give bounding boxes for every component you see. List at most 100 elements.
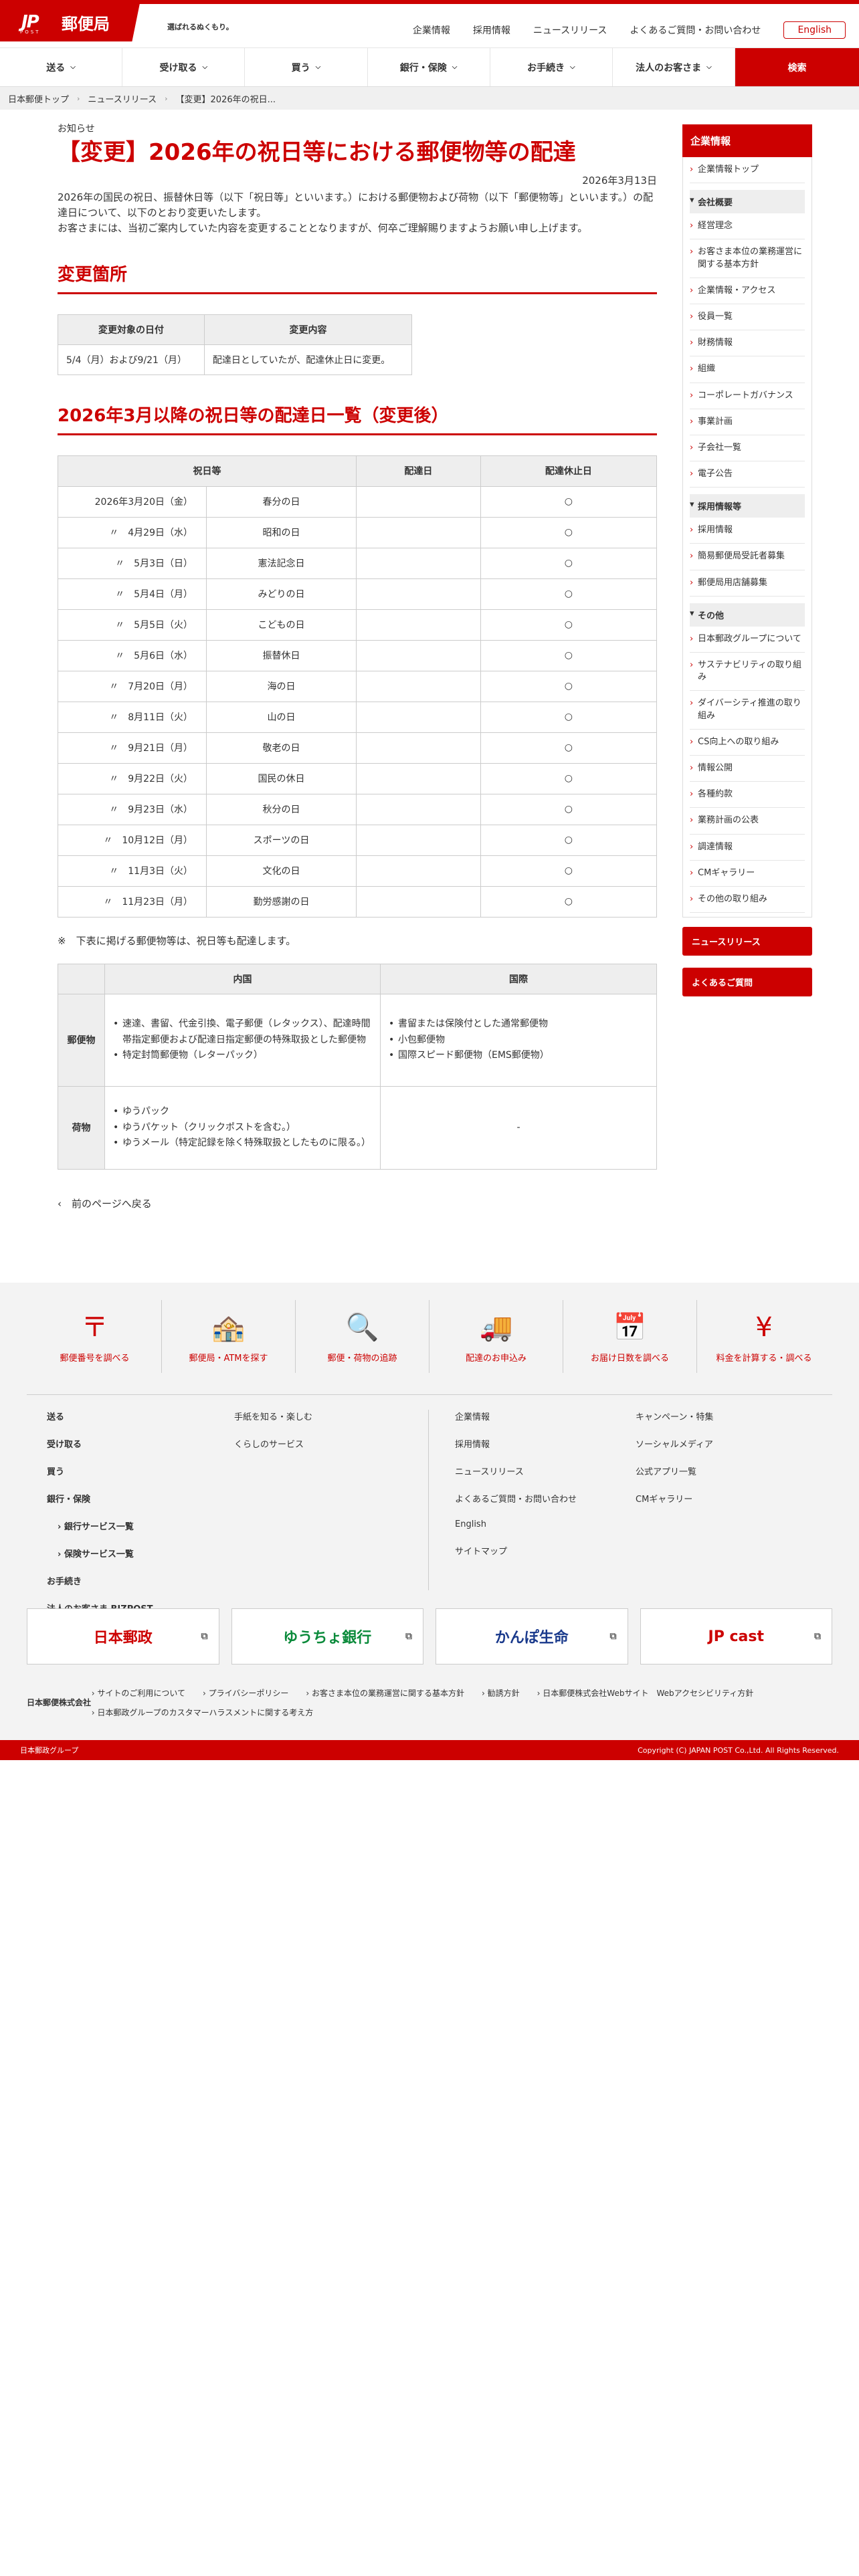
gnav-label: 買う xyxy=(291,62,310,74)
sidebar-item[interactable]: 経営理念 xyxy=(690,213,805,240)
row-label: 郵便物 xyxy=(58,993,105,1087)
sidebar-item[interactable]: 業務計画の公表 xyxy=(690,808,805,835)
footer-link[interactable]: くらしのサービス xyxy=(234,1437,312,1450)
footer-link[interactable]: 手紙を知る・楽しむ xyxy=(234,1410,312,1422)
table-cell: 5/4（月）および9/21（月） xyxy=(58,344,205,375)
gnav-send[interactable]: 送る ⌵ xyxy=(0,48,123,86)
footer-link[interactable]: 採用情報 xyxy=(455,1437,577,1450)
footer-link[interactable]: 受け取る xyxy=(47,1437,153,1450)
gnav-buy[interactable]: 買う ⌵ xyxy=(245,48,368,86)
chevron-down-icon: ⌵ xyxy=(452,64,458,71)
delivery-day-cell xyxy=(356,639,481,671)
legal-link[interactable]: › お客さま本位の業務運営に関する基本方針 xyxy=(306,1687,464,1699)
footer-quick-link[interactable]: ¥ 料金を計算する・調べる xyxy=(697,1300,831,1373)
footer-link[interactable]: CMギャラリー xyxy=(636,1492,713,1505)
legal-link[interactable]: › 日本郵政グループのカスタマーハラスメントに関する考え方 xyxy=(92,1707,313,1718)
delivery-off-cell: ○ xyxy=(480,885,658,918)
sidebar-item[interactable]: CS向上への取り組み xyxy=(690,730,805,756)
sidebar-item[interactable]: 財務情報 xyxy=(690,330,805,357)
footer-quick-link[interactable]: 📅 お届け日数を調べる xyxy=(563,1300,697,1373)
footer-quick-link[interactable]: 🏤 郵便局・ATMを探す xyxy=(162,1300,296,1373)
utility-link-corporate[interactable]: 企業情報 xyxy=(413,23,450,37)
delivery-day-cell xyxy=(356,824,481,856)
utility-link-news[interactable]: ニュースリリース xyxy=(533,23,607,37)
sidebar-item[interactable]: ダイバーシティ推進の取り組み xyxy=(690,691,805,730)
footer-link[interactable]: 買う xyxy=(47,1465,153,1477)
footer-quick-link[interactable]: 🚚 配達のお申込み xyxy=(430,1300,563,1373)
footer-link[interactable]: 公式アプリ一覧 xyxy=(636,1465,713,1477)
bottom-bar: 日本郵政グループ Copyright (C) JAPAN POST Co.,Lt… xyxy=(0,1740,859,1760)
table-header: 祝日等 xyxy=(58,455,357,487)
footer-quick-link[interactable]: 🔍 郵便・荷物の追跡 xyxy=(296,1300,430,1373)
search-button[interactable]: 検索 xyxy=(735,48,859,86)
footer-quick-link[interactable]: 〒郵便番号を調べる xyxy=(28,1300,162,1373)
footer-link[interactable]: 銀行・保険 xyxy=(47,1492,153,1505)
gnav-procedures[interactable]: お手続き ⌵ xyxy=(490,48,613,86)
footer-link[interactable]: お手続き xyxy=(47,1574,153,1587)
english-button[interactable]: English xyxy=(783,21,846,39)
sidebar-item[interactable]: 郵便局用店舗募集 xyxy=(690,570,805,597)
legal-link[interactable]: › サイトのご利用について xyxy=(92,1687,185,1699)
footer-sub-link[interactable]: › 銀行サービス一覧 xyxy=(47,1519,153,1532)
back-link[interactable]: ‹ 前のページへ戻る xyxy=(58,1196,657,1210)
footer-link[interactable]: キャンペーン・特集 xyxy=(636,1410,713,1422)
group-banner[interactable]: ゆうちょ銀行 ⧉ xyxy=(231,1608,423,1665)
sidebar-item[interactable]: 日本郵政グループについて xyxy=(690,627,805,653)
sidebar-item-top[interactable]: 企業情報トップ xyxy=(690,157,805,184)
news-release-button[interactable]: ニュースリリース xyxy=(682,927,812,956)
footer-link[interactable]: 送る xyxy=(47,1410,153,1422)
sidebar-item[interactable]: 電子公告 xyxy=(690,461,805,488)
gnav-bank[interactable]: 銀行・保険 ⌵ xyxy=(368,48,490,86)
footer-sub-link[interactable]: › 保険サービス一覧 xyxy=(47,1547,153,1560)
footer-link[interactable]: 企業情報 xyxy=(455,1410,577,1422)
sidebar-item[interactable]: 役員一覧 xyxy=(690,304,805,331)
sidebar-item[interactable]: 企業情報・アクセス xyxy=(690,278,805,304)
gnav-business[interactable]: 法人のお客さま ⌵ xyxy=(613,48,736,86)
legal-link[interactable]: › プライバシーポリシー xyxy=(203,1687,288,1699)
sidebar-item[interactable]: お客さま本位の業務運営に関する基本方針 xyxy=(690,239,805,278)
sidebar-item[interactable]: 採用情報 xyxy=(690,518,805,544)
group-banner[interactable]: JP cast ⧉ xyxy=(640,1608,832,1665)
holiday-date: 〃 9月23日（水） xyxy=(58,793,207,825)
sidebar-item[interactable]: 各種約款 xyxy=(690,782,805,809)
sidebar-item[interactable]: 事業計画 xyxy=(690,409,805,435)
legal-link[interactable]: › 勧誘方針 xyxy=(482,1687,520,1699)
footer-link[interactable]: English xyxy=(455,1519,577,1529)
site-logo[interactable]: JP POST 郵便局 xyxy=(0,0,140,41)
sidebar-item[interactable]: 組織 xyxy=(690,356,805,383)
sidebar-item[interactable]: CMギャラリー xyxy=(690,861,805,887)
sidebar-group-items: 日本郵政グループについてサステナビリティの取り組みダイバーシティ推進の取り組みC… xyxy=(690,627,805,914)
footer-link[interactable]: ニュースリリース xyxy=(455,1465,577,1477)
gnav-receive[interactable]: 受け取る ⌵ xyxy=(122,48,246,86)
delivery-day-cell xyxy=(356,516,481,548)
table-row: 〃 5月6日（水） 振替休日 ○ xyxy=(58,639,658,671)
footer-link[interactable]: サイトマップ xyxy=(455,1544,577,1557)
sidebar-item[interactable]: コーポレートガバナンス xyxy=(690,383,805,409)
quick-link-label: お届け日数を調べる xyxy=(590,1354,669,1364)
utility-link-faq[interactable]: よくあるご質問・お問い合わせ xyxy=(630,23,761,37)
legal-link[interactable]: › 日本郵便株式会社Webサイト Webアクセシビリティ方針 xyxy=(537,1687,754,1699)
group-banner[interactable]: かんぽ生命 ⧉ xyxy=(436,1608,628,1665)
footer-link[interactable]: よくあるご質問・お問い合わせ xyxy=(455,1492,577,1505)
chevron-down-icon: ⌵ xyxy=(706,64,712,71)
breadcrumb-home[interactable]: 日本郵便トップ xyxy=(8,92,69,105)
quick-link-icon: 🚚 xyxy=(479,1312,513,1343)
group-banner[interactable]: 日本郵政 ⧉ xyxy=(27,1608,219,1665)
faq-button[interactable]: よくあるご質問 xyxy=(682,968,812,997)
holiday-name: こどもの日 xyxy=(206,609,357,641)
table-row: 〃 11月23日（月） 勤労感謝の日 ○ xyxy=(58,885,658,918)
back-label: 前のページへ戻る xyxy=(72,1197,152,1210)
publish-date: 2026年3月13日 xyxy=(582,174,657,187)
sidebar-item[interactable]: サステナビリティの取り組み xyxy=(690,653,805,691)
sidebar-item[interactable]: 簡易郵便局受託者募集 xyxy=(690,544,805,570)
breadcrumb-news[interactable]: ニュースリリース xyxy=(88,92,157,105)
section-heading-schedule: 2026年3月以降の祝日等の配達日一覧（変更後） xyxy=(58,402,657,435)
list-item: ゆうパケット（クリックポストを含む。） xyxy=(113,1120,372,1136)
sidebar-item[interactable]: 調達情報 xyxy=(690,835,805,861)
footer-link[interactable]: ソーシャルメディア xyxy=(636,1437,713,1450)
sidebar-item[interactable]: 情報公開 xyxy=(690,756,805,782)
sidebar-item[interactable]: 子会社一覧 xyxy=(690,435,805,462)
sidebar-item[interactable]: その他の取り組み xyxy=(690,887,805,914)
bullet-list: ゆうパックゆうパケット（クリックポストを含む。）ゆうメール（特定記録を除く特殊取… xyxy=(113,1104,372,1150)
utility-link-recruit[interactable]: 採用情報 xyxy=(473,23,510,37)
